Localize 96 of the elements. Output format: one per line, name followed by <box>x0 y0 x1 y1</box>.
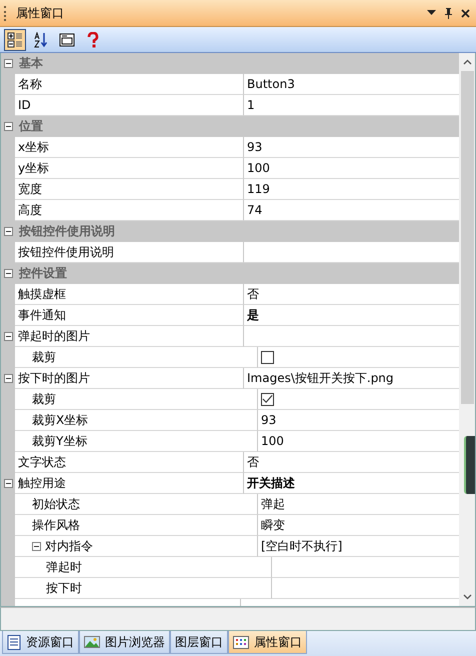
value-cell[interactable]: 74 <box>244 200 459 221</box>
property-name: ID <box>18 98 31 112</box>
collapse-icon[interactable] <box>32 542 41 550</box>
image-icon <box>84 636 100 648</box>
value-cell[interactable]: 否 <box>244 284 459 305</box>
window-icon <box>59 32 75 46</box>
checkbox[interactable] <box>261 392 274 406</box>
window-tab[interactable]: 属性窗口 <box>228 631 307 654</box>
value-cell[interactable]: 是 <box>244 305 459 326</box>
collapse-icon[interactable] <box>4 479 12 488</box>
category-label: 位置 <box>18 118 43 135</box>
property-value[interactable]: 否 <box>247 454 259 470</box>
checkbox[interactable] <box>261 350 274 364</box>
property-name: 弹起时 <box>46 558 82 576</box>
property-name: 触摸虚框 <box>18 286 66 302</box>
property-name: 对内指令 <box>45 538 93 554</box>
property-value[interactable]: 100 <box>247 161 270 175</box>
value-cell[interactable]: 开关描述 <box>244 473 459 494</box>
collapse-icon[interactable] <box>4 59 12 68</box>
property-value[interactable]: Images\按钮开关按下.png <box>247 370 394 386</box>
value-cell[interactable]: Images\按钮开关按下.png <box>244 368 459 389</box>
property-value[interactable]: 93 <box>261 413 276 427</box>
value-cell[interactable]: 瞬变 <box>258 515 459 536</box>
value-cell[interactable]: 100 <box>258 431 459 452</box>
side-handle[interactable] <box>464 436 475 494</box>
sort-icon <box>33 32 49 48</box>
document-icon <box>7 634 21 650</box>
close-icon[interactable] <box>461 8 470 18</box>
collapse-icon[interactable] <box>4 122 12 131</box>
property-name: 操作风格 <box>32 516 80 534</box>
value-cell[interactable]: 弹起 <box>258 494 459 515</box>
property-name: 按下时的图片 <box>18 370 90 386</box>
property-name: y坐标 <box>18 160 50 176</box>
property-name: 裁剪 <box>32 390 56 408</box>
property-name: 裁剪Y坐标 <box>32 432 88 450</box>
scroll-up-icon[interactable] <box>462 59 472 65</box>
window-title: 属性窗口 <box>16 4 65 22</box>
collapse-icon[interactable] <box>4 269 12 278</box>
property-name: x坐标 <box>18 138 50 156</box>
category-label: 基本 <box>18 55 43 72</box>
category-label: 控件设置 <box>18 265 67 282</box>
categorized-icon <box>7 32 23 48</box>
value-cell[interactable] <box>272 578 459 599</box>
dropdown-icon[interactable] <box>427 10 436 16</box>
value-cell[interactable] <box>258 389 459 410</box>
property-name: 触控用途 <box>18 474 66 492</box>
value-cell[interactable]: 93 <box>258 410 459 431</box>
collapse-icon[interactable] <box>4 374 12 383</box>
property-name: 事件通知 <box>18 306 66 324</box>
property-name: 宽度 <box>18 180 42 198</box>
property-value[interactable]: 开关描述 <box>247 474 295 492</box>
window-tab[interactable]: 图片浏览器 <box>79 631 170 654</box>
value-cell[interactable]: 100 <box>244 158 459 179</box>
property-value[interactable]: 是 <box>247 306 259 324</box>
property-name: 初始状态 <box>32 496 80 512</box>
category-label: 按钮控件使用说明 <box>18 223 115 240</box>
value-cell[interactable]: 1 <box>244 95 459 116</box>
grid-icon <box>233 636 249 648</box>
scrollbar[interactable] <box>459 53 475 606</box>
property-value[interactable]: 93 <box>247 140 262 154</box>
property-value[interactable]: 否 <box>247 286 259 302</box>
help-icon <box>87 32 99 48</box>
pin-icon[interactable] <box>444 8 453 18</box>
property-name: 按钮控件使用说明 <box>18 244 114 260</box>
value-cell[interactable] <box>272 557 459 578</box>
property-value[interactable]: 119 <box>247 182 270 196</box>
value-cell[interactable] <box>258 347 459 368</box>
grip-icon[interactable] <box>4 6 8 20</box>
value-cell[interactable]: 119 <box>244 179 459 200</box>
property-name: 裁剪 <box>32 348 56 366</box>
property-value[interactable]: [空白时不执行] <box>261 538 342 554</box>
property-name: 按下时 <box>46 580 82 596</box>
property-value[interactable]: 1 <box>247 98 255 112</box>
property-value[interactable]: 瞬变 <box>261 516 285 534</box>
value-cell[interactable]: 否 <box>244 452 459 473</box>
property-value[interactable]: 74 <box>247 203 262 217</box>
value-cell[interactable]: 93 <box>244 137 459 158</box>
scroll-down-icon[interactable] <box>462 594 472 600</box>
scroll-thumb[interactable] <box>460 71 474 404</box>
toolbar-button[interactable] <box>4 28 26 50</box>
collapse-icon[interactable] <box>4 227 12 236</box>
property-name: 裁剪X坐标 <box>32 412 88 428</box>
property-name: 文字状态 <box>18 454 66 470</box>
property-value[interactable]: 100 <box>261 434 284 448</box>
window-tab[interactable]: 资源窗口 <box>2 631 79 654</box>
value-cell[interactable] <box>244 326 459 347</box>
value-cell[interactable] <box>244 242 459 263</box>
collapse-icon[interactable] <box>4 332 12 341</box>
value-cell[interactable]: [空白时不执行] <box>258 536 459 557</box>
window-tab[interactable]: 图层窗口 <box>170 631 228 654</box>
property-name: 弹起时的图片 <box>18 328 90 344</box>
value-cell[interactable]: Button3 <box>244 74 459 95</box>
property-name: 高度 <box>18 202 42 218</box>
property-name: 名称 <box>18 76 42 92</box>
property-value[interactable]: 弹起 <box>261 496 285 512</box>
property-value[interactable]: Button3 <box>247 77 295 91</box>
